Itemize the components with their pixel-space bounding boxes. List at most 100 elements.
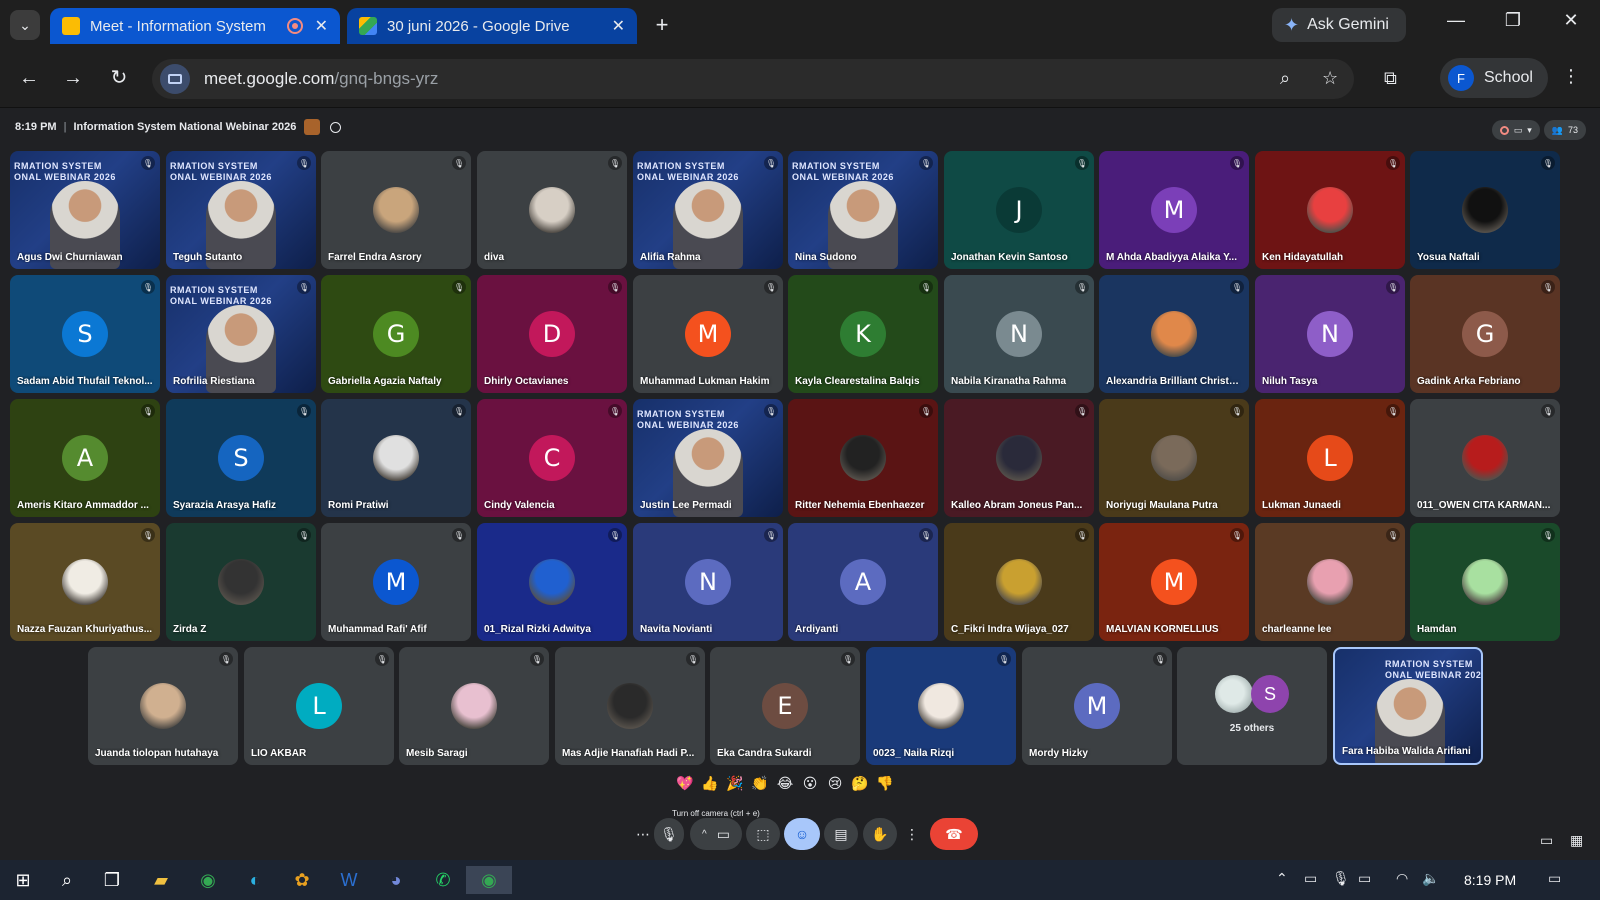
- participant-tile[interactable]: 🎙 diva: [477, 151, 627, 269]
- camera-button[interactable]: ^ ▭: [690, 818, 742, 850]
- participant-tile[interactable]: 🎙 Nazza Fauzan Khuriyathus...: [10, 523, 160, 641]
- volume-icon[interactable]: 🔈: [1422, 870, 1439, 887]
- bookmark-star-icon[interactable]: ☆: [1322, 68, 1338, 89]
- tab-drive[interactable]: 30 juni 2026 - Google Drive ✕: [347, 8, 637, 44]
- host-controls-icon[interactable]: [304, 119, 321, 135]
- participant-tile[interactable]: E 🎙 Eka Candra Sukardi: [710, 647, 860, 765]
- reaction-emoji[interactable]: 😮: [801, 775, 819, 792]
- close-window-icon[interactable]: ✕: [1555, 10, 1587, 31]
- participant-tile[interactable]: M 🎙 Mordy Hizky: [1022, 647, 1172, 765]
- participant-tile[interactable]: 🎙 C_Fikri Indra Wijaya_027: [944, 523, 1094, 641]
- participant-tile[interactable]: D 🎙 Dhirly Octavianes: [477, 275, 627, 393]
- participant-tile[interactable]: L 🎙 LIO AKBAR: [244, 647, 394, 765]
- new-tab-button[interactable]: +: [648, 12, 676, 40]
- participant-tile[interactable]: 🎙 Farrel Endra Asrory: [321, 151, 471, 269]
- notifications-icon[interactable]: ▭: [1548, 870, 1561, 887]
- ask-gemini-button[interactable]: ✦ Ask Gemini: [1272, 8, 1406, 42]
- address-bar[interactable]: meet.google.com/gnq-bngs-yrz: [152, 59, 1354, 99]
- word-icon[interactable]: W: [334, 866, 364, 894]
- participant-tile[interactable]: M 🎙 Muhammad Lukman Hakim: [633, 275, 783, 393]
- activities-icon[interactable]: ▦: [1570, 832, 1583, 849]
- discord-icon[interactable]: ◕: [381, 866, 411, 894]
- zoom-icon[interactable]: ⌕: [1280, 68, 1290, 89]
- participant-tile[interactable]: 🎙 Mas Adjie Hanafiah Hadi P...: [555, 647, 705, 765]
- self-view-tile[interactable]: RMATION SYSTEM ONAL WEBINAR 2026 Fara Hab…: [1333, 647, 1483, 765]
- participant-tile[interactable]: RMATION SYSTEM ONAL WEBINAR 2026 🎙 Agus Dw…: [10, 151, 160, 269]
- participant-tile[interactable]: RMATION SYSTEM ONAL WEBINAR 2026 🎙 Nina Su…: [788, 151, 938, 269]
- reaction-emoji[interactable]: 🤔: [851, 775, 869, 792]
- site-info-icon[interactable]: [160, 64, 190, 94]
- restore-icon[interactable]: ❐: [1497, 10, 1529, 31]
- browser-menu-icon[interactable]: ⋮: [1562, 66, 1580, 87]
- participant-tile[interactable]: N 🎙 Navita Novianti: [633, 523, 783, 641]
- reaction-emoji[interactable]: 🎉: [726, 775, 744, 792]
- participant-tile[interactable]: M 🎙 M Ahda Abadiyya Alaika Y...: [1099, 151, 1249, 269]
- reaction-emoji[interactable]: 💖: [676, 775, 694, 792]
- participant-tile[interactable]: RMATION SYSTEM ONAL WEBINAR 2026 🎙 Rofrili…: [166, 275, 316, 393]
- participant-tile[interactable]: RMATION SYSTEM ONAL WEBINAR 2026 🎙 Teguh S…: [166, 151, 316, 269]
- participant-tile[interactable]: 🎙 Noriyugi Maulana Putra: [1099, 399, 1249, 517]
- chrome-active-icon[interactable]: ◉: [466, 866, 512, 894]
- reaction-emoji[interactable]: 👏: [751, 775, 769, 792]
- forward-icon[interactable]: →: [58, 64, 88, 94]
- reload-icon[interactable]: ↻: [104, 64, 134, 94]
- participant-tile[interactable]: 🎙 Ken Hidayatullah: [1255, 151, 1405, 269]
- close-tab-icon[interactable]: ✕: [315, 16, 328, 36]
- participant-tile[interactable]: M 🎙 MALVIAN KORNELLIUS: [1099, 523, 1249, 641]
- close-tab-icon[interactable]: ✕: [612, 16, 625, 36]
- more-actions-icon[interactable]: ⋮: [901, 818, 923, 850]
- participant-tile[interactable]: 🎙 Romi Pratiwi: [321, 399, 471, 517]
- edge-icon[interactable]: ◐: [240, 866, 270, 894]
- participant-tile[interactable]: S 🎙 Sadam Abid Thufail Teknol...: [10, 275, 160, 393]
- recording-indicator[interactable]: ▭ ▾: [1491, 120, 1540, 140]
- others-tile[interactable]: S 25 others: [1177, 647, 1327, 765]
- participant-tile[interactable]: 🎙 011_OWEN CITA KARMAN...: [1410, 399, 1560, 517]
- back-icon[interactable]: ←: [14, 64, 44, 94]
- mic-icon[interactable]: 🎙: [654, 818, 684, 850]
- reaction-emoji[interactable]: 😂: [776, 775, 794, 792]
- participant-tile[interactable]: A 🎙 Ardiyanti: [788, 523, 938, 641]
- participant-tile[interactable]: G 🎙 Gadink Arka Febriano: [1410, 275, 1560, 393]
- wifi-icon[interactable]: ◠: [1396, 870, 1408, 887]
- battery-icon[interactable]: ▭: [1358, 870, 1371, 887]
- participant-tile[interactable]: 🎙 Hamdan: [1410, 523, 1560, 641]
- tray-chevron-icon[interactable]: ⌃: [1276, 870, 1288, 887]
- participant-tile[interactable]: G 🎙 Gabriella Agazia Naftaly: [321, 275, 471, 393]
- participant-tile[interactable]: 🎙 Kalleo Abram Joneus Pan...: [944, 399, 1094, 517]
- participant-tile[interactable]: K 🎙 Kayla Clearestalina Balqis: [788, 275, 938, 393]
- taskbar-clock[interactable]: 8:19 PM: [1464, 872, 1516, 888]
- participant-tile[interactable]: 🎙 Ritter Nehemia Ebenhaezer: [788, 399, 938, 517]
- task-view-icon[interactable]: ❐: [97, 866, 127, 894]
- tab-meet[interactable]: Meet - Information System ✕: [50, 8, 340, 44]
- participant-tile[interactable]: RMATION SYSTEM ONAL WEBINAR 2026 🎙 Justin …: [633, 399, 783, 517]
- reaction-emoji[interactable]: 👎: [876, 775, 894, 792]
- photos-icon[interactable]: ✿: [287, 866, 317, 894]
- participant-tile[interactable]: C 🎙 Cindy Valencia: [477, 399, 627, 517]
- participant-tile[interactable]: M 🎙 Muhammad Rafi' Afif: [321, 523, 471, 641]
- participant-tile[interactable]: S 🎙 Syarazia Arasya Hafiz: [166, 399, 316, 517]
- profile-button[interactable]: F School: [1440, 58, 1548, 98]
- minimize-icon[interactable]: —: [1440, 10, 1472, 31]
- chat-icon[interactable]: ▭: [1540, 832, 1553, 849]
- meeting-info-icon[interactable]: [330, 121, 342, 133]
- participant-tile[interactable]: 🎙 Yosua Naftali: [1410, 151, 1560, 269]
- participant-tile[interactable]: 🎙 Alexandria Brilliant Christo...: [1099, 275, 1249, 393]
- file-explorer-icon[interactable]: ▰: [146, 866, 176, 894]
- participant-tile[interactable]: L 🎙 Lukman Junaedi: [1255, 399, 1405, 517]
- search-icon[interactable]: ⌕: [52, 866, 82, 894]
- participant-tile[interactable]: 🎙 Zirda Z: [166, 523, 316, 641]
- tab-search-button[interactable]: ⌄: [10, 10, 40, 40]
- chrome-icon[interactable]: ◉: [193, 866, 223, 894]
- participant-tile[interactable]: 🎙 0023_ Naila Rizqi: [866, 647, 1016, 765]
- extensions-icon[interactable]: ⧉: [1384, 68, 1397, 89]
- participant-tile[interactable]: A 🎙 Ameris Kitaro Ammaddor ...: [10, 399, 160, 517]
- participant-tile[interactable]: J 🎙 Jonathan Kevin Santoso: [944, 151, 1094, 269]
- captions-icon[interactable]: ▤: [824, 818, 858, 850]
- participants-pill[interactable]: 👥 73: [1543, 120, 1586, 140]
- participant-tile[interactable]: 🎙 Juanda tiolopan hutahaya: [88, 647, 238, 765]
- whatsapp-icon[interactable]: ✆: [428, 866, 458, 894]
- participant-tile[interactable]: RMATION SYSTEM ONAL WEBINAR 2026 🎙 Alifia …: [633, 151, 783, 269]
- reaction-emoji[interactable]: 😢: [826, 775, 844, 792]
- mic-tray-icon[interactable]: 🎙: [1332, 870, 1350, 887]
- present-screen-icon[interactable]: ⬚: [746, 818, 780, 850]
